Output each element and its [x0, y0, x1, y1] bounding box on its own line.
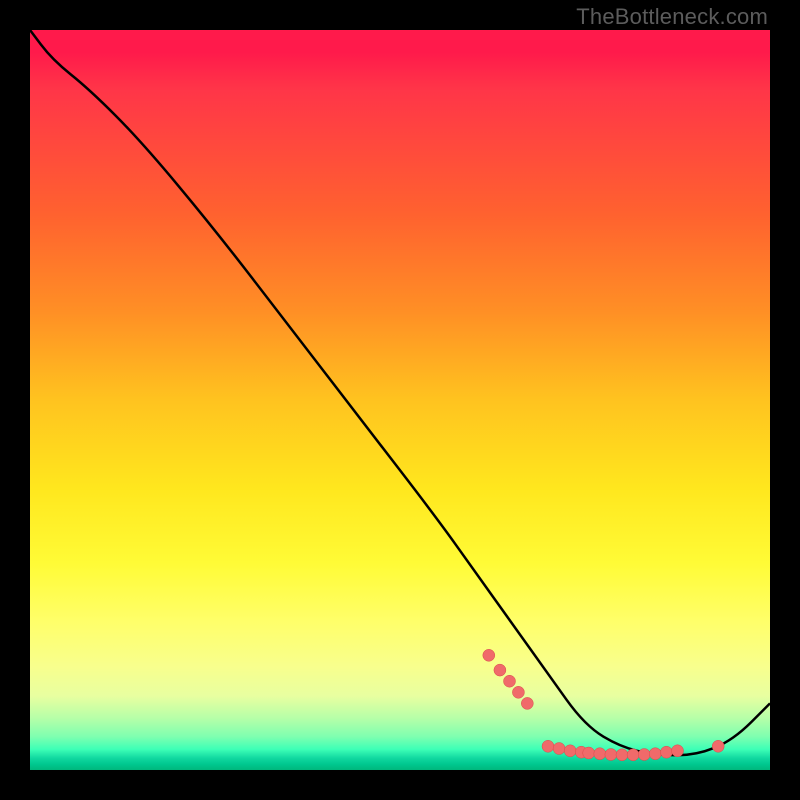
data-dot	[616, 749, 628, 761]
data-dot	[672, 745, 684, 757]
data-dot	[512, 686, 524, 698]
data-dot	[627, 749, 639, 761]
data-dot	[605, 749, 617, 761]
data-dot	[594, 748, 606, 760]
data-dot	[649, 748, 661, 760]
chart-container: TheBottleneck.com	[0, 0, 800, 800]
plot-area	[30, 30, 770, 770]
watermark: TheBottleneck.com	[576, 4, 768, 30]
data-dot	[660, 746, 672, 758]
data-dot	[483, 649, 495, 661]
data-dot	[553, 743, 565, 755]
data-dot	[521, 697, 533, 709]
data-dot	[542, 740, 554, 752]
curve-line	[30, 30, 770, 755]
data-dot	[494, 664, 506, 676]
data-dot	[504, 675, 516, 687]
data-dot	[564, 745, 576, 757]
data-dot	[638, 749, 650, 761]
data-dot	[712, 740, 724, 752]
data-dot	[583, 747, 595, 759]
chart-overlay	[30, 30, 770, 770]
